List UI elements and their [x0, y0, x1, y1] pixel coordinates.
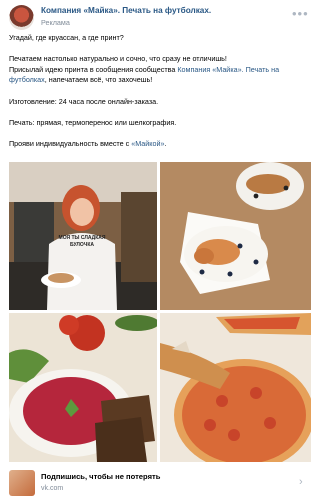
photo-pizza-art	[160, 313, 311, 462]
post-line-6: Прояви индивидуальность вместе с «Майкой…	[9, 139, 311, 149]
photo-croissant-plates[interactable]	[160, 162, 311, 310]
tshirt-print-line1: МОЯ ТЫ СЛАДКАЯ	[59, 235, 106, 241]
chevron-right-icon[interactable]: ›	[299, 476, 303, 488]
post-line-2-text: Печатаем настолько натурально и сочно, ч…	[9, 54, 227, 64]
subscribe-footer[interactable]: Подпишись, чтобы не потерять vk.com ›	[0, 464, 320, 502]
tshirt-print-line2: БУЛОЧКА	[70, 242, 94, 248]
photo-woman-tshirt[interactable]: МОЯ ТЫ СЛАДКАЯ БУЛОЧКА	[9, 162, 157, 310]
ad-label: Реклама	[41, 18, 70, 27]
more-horizontal-icon[interactable]: •••	[292, 6, 309, 21]
post-line-4: Изготовление: 24 часа после онлайн-заказ…	[9, 96, 159, 106]
post-line-6-suffix: .	[164, 139, 167, 149]
post-line-3-prefix: Присылай идею принта в сообщения сообщес…	[9, 64, 178, 74]
post-line-1: Угадай, где круассан, а где принт?	[9, 33, 124, 42]
post-line-5: Печать: прямая, термоперенос или шелкогр…	[9, 118, 177, 128]
footer-title[interactable]: Подпишись, чтобы не потерять	[41, 472, 160, 481]
author-name[interactable]: Компания «Майка». Печать на футболках.	[41, 6, 211, 15]
photo-croissant-art	[160, 162, 311, 310]
post-line-3-suffix: , напечатаем всё, что захочешь!	[44, 75, 153, 85]
mention-link[interactable]: «Майкой»	[131, 139, 164, 148]
photo-pizza[interactable]	[160, 313, 311, 462]
footer-thumbnail	[9, 470, 35, 496]
photo-soup-bread[interactable]	[9, 313, 157, 462]
post-header: Компания «Майка». Печать на футболках. Р…	[0, 0, 320, 32]
photo-soup-art	[9, 313, 157, 462]
photo-grid: МОЯ ТЫ СЛАДКАЯ БУЛОЧКА	[9, 162, 311, 462]
footer-url: vk.com	[41, 485, 64, 492]
post-line-6-prefix: Прояви индивидуальность вместе с	[9, 139, 132, 149]
post-text: Угадай, где круассан, а где принт? Печат…	[9, 33, 311, 161]
avatar[interactable]	[9, 5, 34, 30]
photo-woman-art: МОЯ ТЫ СЛАДКАЯ БУЛОЧКА	[9, 162, 157, 310]
post-line-2: Печатаем настолько натурально и сочно, ч…	[9, 54, 311, 85]
